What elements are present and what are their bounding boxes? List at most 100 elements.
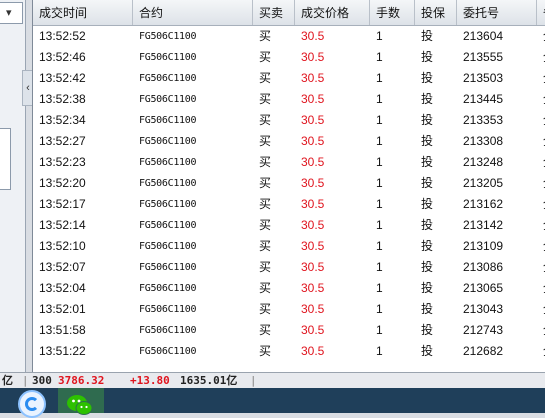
- cell-qty: 1: [376, 29, 383, 43]
- col-header-more[interactable]: 备: [537, 0, 545, 25]
- cell-more: 全: [537, 194, 545, 215]
- cell-hedge: 投: [421, 92, 434, 106]
- cell-contract: FG506C1100: [139, 136, 197, 147]
- cell-contract: FG506C1100: [139, 262, 197, 273]
- cell-side: 买: [259, 134, 272, 148]
- table-row[interactable]: 13:52:01 FG506C1100 买 30.5 1 投 213043 全: [33, 299, 545, 320]
- table-row[interactable]: 13:52:52 FG506C1100 买 30.5 1 投 213604 全: [33, 26, 545, 47]
- cell-time: 13:52:23: [39, 155, 86, 169]
- status-divider: |: [250, 374, 257, 387]
- cell-more: 全: [537, 257, 545, 278]
- cell-qty: 1: [376, 260, 383, 274]
- cell-hedge: 投: [421, 50, 434, 64]
- cell-contract: FG506C1100: [139, 325, 197, 336]
- cell-side: 买: [259, 344, 272, 358]
- col-header-contract[interactable]: 合约: [133, 0, 253, 25]
- col-header-qty[interactable]: 手数: [370, 0, 415, 25]
- cell-order-id: 213503: [463, 71, 504, 85]
- table-row[interactable]: 13:52:10 FG506C1100 买 30.5 1 投 213109 全: [33, 236, 545, 257]
- cell-qty: 1: [376, 218, 383, 232]
- cell-more: 全: [537, 26, 545, 47]
- cell-time: 13:52:01: [39, 302, 86, 316]
- cell-time: 13:52:14: [39, 218, 86, 232]
- cell-side: 买: [259, 92, 272, 106]
- cell-qty: 1: [376, 50, 383, 64]
- col-header-hedge[interactable]: 投保: [415, 0, 457, 25]
- col-header-order-id[interactable]: 委托号: [457, 0, 537, 25]
- col-header-price[interactable]: 成交价格: [295, 0, 370, 25]
- cell-qty: 1: [376, 197, 383, 211]
- cell-order-id: 213162: [463, 197, 504, 211]
- cell-qty: 1: [376, 113, 383, 127]
- table-row[interactable]: 13:52:34 FG506C1100 买 30.5 1 投 213353 全: [33, 110, 545, 131]
- cell-price: 30.5: [301, 260, 325, 274]
- cell-time: 13:52:04: [39, 281, 86, 295]
- cell-qty: 1: [376, 176, 383, 190]
- cell-order-id: 213142: [463, 218, 504, 232]
- table-row[interactable]: 13:51:22 FG506C1100 买 30.5 1 投 212682 全: [33, 341, 545, 362]
- cell-qty: 1: [376, 281, 383, 295]
- table-body: 13:52:52 FG506C1100 买 30.5 1 投 213604 全 13:52:4…: [33, 26, 545, 362]
- cell-side: 买: [259, 71, 272, 85]
- cell-order-id: 213043: [463, 302, 504, 316]
- table-row[interactable]: 13:52:20 FG506C1100 买 30.5 1 投 213205 全: [33, 173, 545, 194]
- cell-contract: FG506C1100: [139, 199, 197, 210]
- cell-contract: FG506C1100: [139, 346, 197, 357]
- table-row[interactable]: 13:52:07 FG506C1100 买 30.5 1 投 213086 全: [33, 257, 545, 278]
- browser-icon[interactable]: [18, 390, 46, 418]
- col-header-time[interactable]: 成交时间: [33, 0, 133, 25]
- cell-price: 30.5: [301, 281, 325, 295]
- cell-hedge: 投: [421, 155, 434, 169]
- cell-contract: FG506C1100: [139, 304, 197, 315]
- cell-qty: 1: [376, 71, 383, 85]
- col-header-side[interactable]: 买卖: [253, 0, 295, 25]
- cell-contract: FG506C1100: [139, 73, 197, 84]
- dropdown-stub[interactable]: ▾: [0, 2, 23, 24]
- cell-qty: 1: [376, 155, 383, 169]
- wechat-icon[interactable]: [66, 393, 94, 417]
- cell-more: 全: [537, 110, 545, 131]
- cell-price: 30.5: [301, 50, 325, 64]
- cell-more: 全: [537, 215, 545, 236]
- cell-price: 30.5: [301, 155, 325, 169]
- cell-hedge: 投: [421, 29, 434, 43]
- status-prev-fragment: 亿: [2, 374, 13, 387]
- left-panel: ▾: [0, 0, 26, 372]
- index-change: +13.80: [130, 374, 170, 387]
- table-row[interactable]: 13:52:14 FG506C1100 买 30.5 1 投 213142 全: [33, 215, 545, 236]
- cell-hedge: 投: [421, 239, 434, 253]
- table-row[interactable]: 13:52:27 FG506C1100 买 30.5 1 投 213308 全: [33, 131, 545, 152]
- index-turnover: 1635.01亿: [180, 374, 238, 387]
- cell-qty: 1: [376, 323, 383, 337]
- cell-order-id: 213353: [463, 113, 504, 127]
- cell-time: 13:52:38: [39, 92, 86, 106]
- table-row[interactable]: 13:52:42 FG506C1100 买 30.5 1 投 213503 全: [33, 68, 545, 89]
- cell-hedge: 投: [421, 197, 434, 211]
- cell-price: 30.5: [301, 197, 325, 211]
- cell-price: 30.5: [301, 218, 325, 232]
- index-value: 3786.32: [58, 374, 105, 387]
- cell-order-id: 212743: [463, 323, 504, 337]
- cell-more: 全: [537, 341, 545, 362]
- cell-more: 全: [537, 320, 545, 341]
- table-row[interactable]: 13:52:23 FG506C1100 买 30.5 1 投 213248 全: [33, 152, 545, 173]
- table-row[interactable]: 13:52:46 FG506C1100 买 30.5 1 投 213555 全: [33, 47, 545, 68]
- cell-hedge: 投: [421, 260, 434, 274]
- cell-order-id: 213555: [463, 50, 504, 64]
- cell-price: 30.5: [301, 92, 325, 106]
- status-divider: |: [22, 374, 29, 387]
- cell-order-id: 212682: [463, 344, 504, 358]
- cell-order-id: 213086: [463, 260, 504, 274]
- table-row[interactable]: 13:52:38 FG506C1100 买 30.5 1 投 213445 全: [33, 89, 545, 110]
- cell-qty: 1: [376, 92, 383, 106]
- table-row[interactable]: 13:52:04 FG506C1100 买 30.5 1 投 213065 全: [33, 278, 545, 299]
- cell-hedge: 投: [421, 71, 434, 85]
- cell-contract: FG506C1100: [139, 31, 197, 42]
- cell-side: 买: [259, 50, 272, 64]
- table-row[interactable]: 13:51:58 FG506C1100 买 30.5 1 投 212743 全: [33, 320, 545, 341]
- cell-time: 13:52:20: [39, 176, 86, 190]
- cell-qty: 1: [376, 344, 383, 358]
- cell-side: 买: [259, 239, 272, 253]
- table-row[interactable]: 13:52:17 FG506C1100 买 30.5 1 投 213162 全: [33, 194, 545, 215]
- cell-more: 全: [537, 152, 545, 173]
